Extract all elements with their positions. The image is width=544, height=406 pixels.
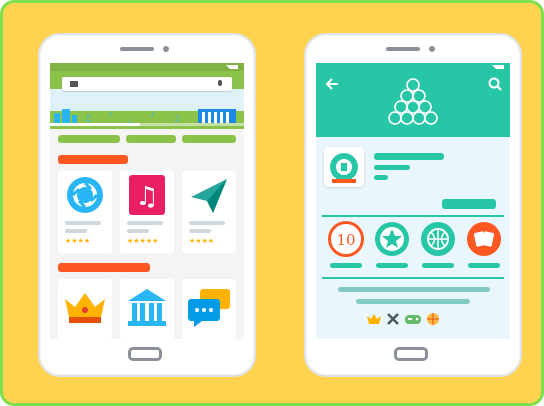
app-rating-stars: ★★★★★ [127, 237, 159, 245]
install-button[interactable] [442, 199, 496, 209]
app-rating-stars: ★★★★ [189, 237, 215, 245]
svg-text:♫: ♫ [135, 182, 158, 212]
left-phone: ♫ ♪ ♩ ♪ ♫ ★★★★ ♫ ★★★★★ ★★★★ [38, 33, 256, 377]
right-phone: 10 [304, 33, 522, 377]
svg-text:♪: ♪ [150, 111, 154, 119]
music-note-icon: ♫ [129, 175, 165, 215]
badge-label-1 [330, 263, 362, 268]
app-detail-screen: 10 [316, 63, 510, 339]
app-icon-tile [324, 147, 364, 187]
section-header-1 [58, 155, 128, 164]
banner-progress-fill [50, 123, 140, 126]
app-meta-line [374, 175, 388, 180]
camera-shutter-icon [67, 177, 103, 213]
paper-plane-icon [191, 179, 227, 213]
gamepad-icon [405, 315, 421, 324]
app-card-bank[interactable] [120, 279, 174, 339]
app-sub-line [65, 229, 87, 233]
app-title-line [65, 221, 101, 225]
app-card-paper-plane[interactable]: ★★★★ [182, 171, 236, 253]
back-arrow-icon[interactable] [324, 77, 340, 91]
app-rating-stars: ★★★★ [65, 237, 91, 245]
app-card-music[interactable]: ♫ ★★★★★ [120, 171, 174, 253]
right-phone-camera [429, 46, 435, 52]
right-phone-speaker [386, 47, 420, 51]
app-sub-line [127, 229, 149, 233]
crown-icon [367, 314, 381, 324]
description-line-1 [338, 287, 490, 292]
status-bar [50, 63, 244, 71]
app-card-crown[interactable] [58, 279, 112, 339]
app-title-line [189, 221, 225, 225]
app-card-camera[interactable]: ★★★★ [58, 171, 112, 253]
crown-icon [65, 293, 105, 323]
app-header [316, 63, 510, 137]
left-phone-speaker [120, 47, 154, 51]
badge-label-4 [468, 263, 500, 268]
app-sub-line [189, 229, 211, 233]
app-title-line [374, 153, 444, 160]
hamburger-icon[interactable] [70, 81, 78, 87]
swords-icon [387, 313, 399, 325]
search-icon[interactable] [488, 77, 502, 91]
description-line-2 [356, 299, 470, 304]
app-card-chat[interactable] [182, 279, 236, 339]
left-phone-camera [163, 46, 169, 52]
mic-icon[interactable] [218, 80, 222, 86]
svg-text:♫: ♫ [174, 115, 180, 123]
left-phone-home-button[interactable] [128, 347, 162, 361]
right-phone-home-button[interactable] [394, 347, 428, 361]
app-subtitle-line [374, 165, 410, 170]
status-bar [492, 65, 504, 73]
cards-badge-icon [467, 222, 501, 256]
billiard-balls-icon [388, 78, 438, 125]
basketball-icon [427, 313, 439, 325]
app-store-screen: ♫ ♪ ♩ ♪ ♫ ★★★★ ♫ ★★★★★ ★★★★ [50, 63, 244, 339]
badge-ten: 10 [328, 221, 364, 257]
billiard-ball-icon [330, 153, 358, 183]
star-badge-icon [375, 222, 409, 256]
ten-badge-icon: 10 [336, 231, 356, 249]
badge-label-2 [376, 263, 408, 268]
search-bar[interactable] [62, 77, 232, 91]
category-pill-2[interactable] [126, 135, 176, 143]
chat-bubbles-icon [188, 289, 230, 327]
divider-2 [322, 277, 504, 279]
divider-1 [322, 215, 504, 217]
app-title-line [127, 221, 163, 225]
category-pill-3[interactable] [182, 135, 236, 143]
section-header-2 [58, 263, 150, 272]
badge-label-3 [422, 263, 454, 268]
basketball-badge-icon [421, 222, 455, 256]
store-banner: ♫ ♪ ♩ ♪ ♫ [50, 71, 244, 129]
svg-text:♪: ♪ [108, 111, 112, 119]
bank-building-icon [128, 289, 166, 326]
category-pill-1[interactable] [58, 135, 120, 143]
